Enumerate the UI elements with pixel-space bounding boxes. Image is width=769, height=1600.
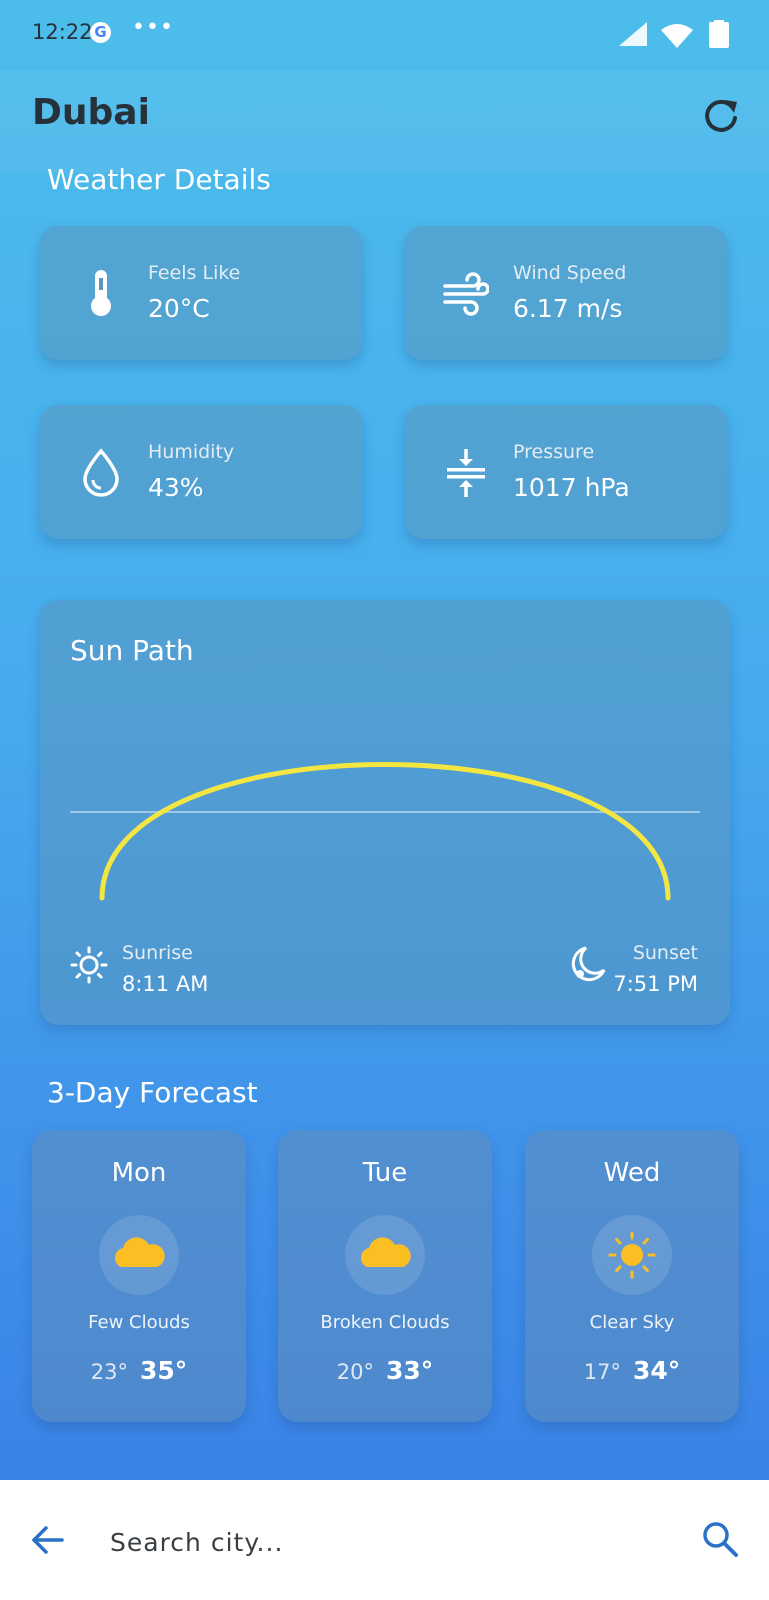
- sun-icon: [608, 1231, 656, 1279]
- forecast-max: 35°: [139, 1356, 188, 1385]
- forecast-card-tue[interactable]: Tue Broken Clouds 20° 33°: [278, 1130, 492, 1422]
- battery-icon: [709, 20, 729, 48]
- sunrise-time: 8:11 AM: [122, 972, 209, 996]
- arrow-back-icon: [32, 1526, 64, 1554]
- wifi-icon: [661, 24, 693, 48]
- sunrise-label: Sunrise: [122, 942, 193, 964]
- forecast-max: 34°: [632, 1356, 681, 1385]
- wind-speed-card: Wind Speed 6.17 m/s: [405, 226, 727, 360]
- feels-like-card: Feels Like 20°C: [40, 226, 362, 360]
- forecast-temps: 17° 34°: [525, 1356, 739, 1385]
- forecast-desc: Clear Sky: [589, 1312, 675, 1333]
- system-icons: [617, 20, 729, 54]
- search-city-input[interactable]: [108, 1518, 672, 1566]
- sun-path-card: Sun Path Sunrise 8:11 AM Sunset 7:51 PM: [40, 600, 730, 1025]
- status-bar: 12:22 G •••: [0, 0, 769, 70]
- search-icon: [703, 1522, 738, 1557]
- wind-icon: [443, 272, 489, 316]
- pressure-label: Pressure: [513, 441, 595, 463]
- google-icon: G: [90, 22, 111, 43]
- more-notifications-icon: •••: [132, 15, 174, 40]
- compress-icon: [447, 449, 485, 497]
- feels-like-value: 20°C: [148, 294, 210, 323]
- pressure-value: 1017 hPa: [513, 473, 630, 502]
- forecast-day: Mon: [111, 1158, 167, 1188]
- forecast-temps: 23° 35°: [32, 1356, 246, 1385]
- pressure-card: Pressure 1017 hPa: [405, 405, 727, 539]
- sunrise-icon: [70, 946, 108, 984]
- forecast-max: 33°: [385, 1356, 434, 1385]
- search-button[interactable]: [699, 1518, 741, 1560]
- forecast-temps: 20° 33°: [278, 1356, 492, 1385]
- feels-like-label: Feels Like: [148, 262, 241, 284]
- back-button[interactable]: [28, 1520, 68, 1560]
- forecast-card-wed[interactable]: Wed Clear Sky 17° 34°: [525, 1130, 739, 1422]
- sun-arc: [99, 762, 671, 901]
- wind-speed-value: 6.17 m/s: [513, 294, 623, 323]
- refresh-icon: [705, 99, 737, 132]
- forecast-title: 3-Day Forecast: [47, 1076, 258, 1109]
- forecast-min: 17°: [583, 1360, 621, 1384]
- thermometer-icon: [91, 270, 111, 316]
- signal-icon: [619, 22, 647, 46]
- humidity-card: Humidity 43%: [40, 405, 362, 539]
- forecast-min: 20°: [336, 1360, 374, 1384]
- sunset-time: 7:51 PM: [613, 972, 698, 996]
- city-title: Dubai: [32, 92, 150, 133]
- forecast-icon-bg: [99, 1215, 179, 1295]
- weather-details-title: Weather Details: [47, 163, 271, 196]
- status-time: 12:22: [32, 20, 93, 44]
- sunset-label: Sunset: [632, 942, 698, 964]
- forecast-day: Tue: [362, 1158, 408, 1188]
- humidity-label: Humidity: [148, 441, 235, 463]
- forecast-icon-bg: [345, 1215, 425, 1295]
- forecast-card-mon[interactable]: Mon Few Clouds 23° 35°: [32, 1130, 246, 1422]
- wind-speed-label: Wind Speed: [513, 262, 627, 284]
- forecast-day: Wed: [603, 1158, 661, 1188]
- cloud-icon: [114, 1237, 165, 1267]
- water-drop-icon: [83, 448, 119, 497]
- humidity-value: 43%: [148, 473, 204, 502]
- search-bar: [0, 1480, 769, 1600]
- app-bar: Dubai: [0, 70, 769, 173]
- forecast-desc: Broken Clouds: [320, 1312, 450, 1333]
- cloud-icon: [360, 1237, 411, 1267]
- forecast-icon-bg: [592, 1215, 672, 1295]
- forecast-min: 23°: [90, 1360, 128, 1384]
- moon-icon: [571, 946, 606, 982]
- refresh-button[interactable]: [701, 96, 741, 136]
- forecast-desc: Few Clouds: [88, 1312, 190, 1333]
